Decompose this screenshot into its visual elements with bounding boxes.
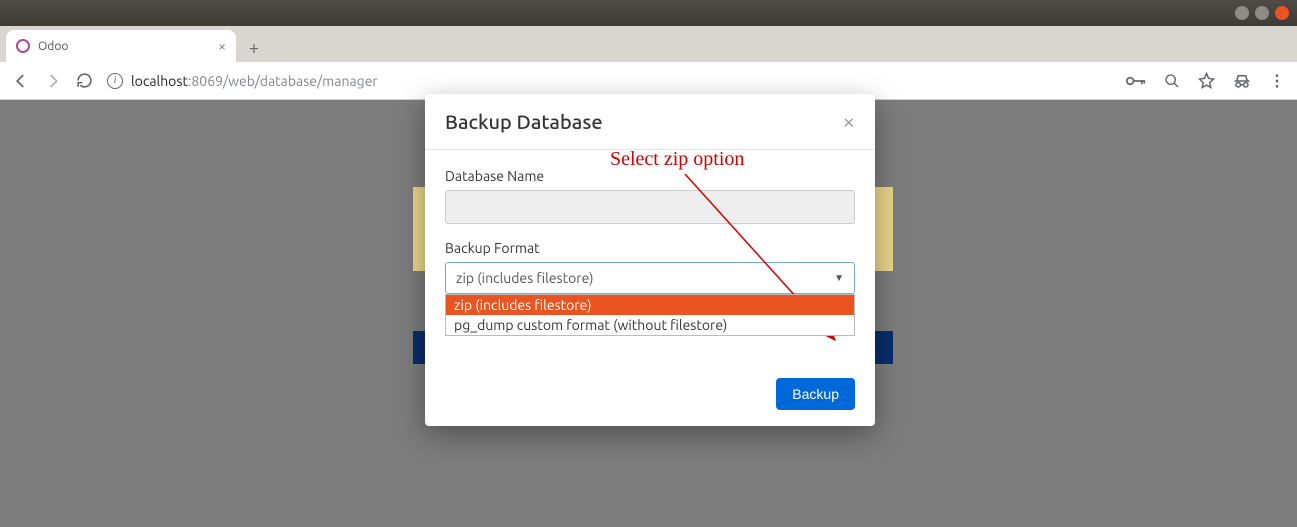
window-close-button[interactable] bbox=[1275, 6, 1289, 20]
password-key-icon[interactable] bbox=[1126, 74, 1146, 88]
format-option-zip[interactable]: zip (includes filestore) bbox=[446, 295, 854, 315]
back-button[interactable] bbox=[12, 72, 30, 90]
odoo-favicon-icon bbox=[16, 39, 30, 53]
db-name-input[interactable] bbox=[445, 190, 855, 224]
annotation-label: Select zip option bbox=[610, 148, 744, 171]
forward-button[interactable] bbox=[44, 72, 62, 90]
format-option-pgdump[interactable]: pg_dump custom format (without filestore… bbox=[446, 315, 854, 335]
tab-title: Odoo bbox=[38, 40, 210, 53]
browser-tab-bar: Odoo × + bbox=[0, 26, 1297, 62]
window-maximize-button[interactable] bbox=[1255, 6, 1269, 20]
backup-format-select[interactable]: zip (includes filestore) ▼ bbox=[445, 262, 855, 294]
modal-title: Backup Database bbox=[445, 110, 603, 133]
modal-footer: Backup bbox=[425, 366, 875, 426]
backup-database-modal: Backup Database × Database Name Backup F… bbox=[425, 94, 875, 426]
browser-tab[interactable]: Odoo × bbox=[6, 30, 236, 62]
site-info-icon[interactable]: i bbox=[107, 73, 123, 89]
backup-format-label: Backup Format bbox=[445, 240, 855, 256]
window-minimize-button[interactable] bbox=[1235, 6, 1249, 20]
url-host: localhost bbox=[131, 73, 188, 89]
new-tab-button[interactable]: + bbox=[240, 34, 268, 62]
selected-format-text: zip (includes filestore) bbox=[456, 270, 594, 286]
os-titlebar bbox=[0, 0, 1297, 26]
reload-button[interactable] bbox=[76, 72, 93, 89]
url-path: :8069/web/database/manager bbox=[188, 73, 378, 89]
modal-body: Database Name Backup Format zip (include… bbox=[425, 150, 875, 316]
address-bar[interactable]: i localhost:8069/web/database/manager bbox=[107, 73, 1112, 89]
format-dropdown-list: zip (includes filestore) pg_dump custom … bbox=[445, 294, 855, 336]
chevron-down-icon: ▼ bbox=[834, 272, 844, 284]
bookmark-star-icon[interactable] bbox=[1198, 72, 1215, 89]
modal-header: Backup Database × bbox=[425, 94, 875, 150]
zoom-icon[interactable] bbox=[1164, 73, 1180, 89]
backup-button[interactable]: Backup bbox=[776, 378, 855, 410]
incognito-icon[interactable] bbox=[1233, 73, 1251, 89]
modal-close-button[interactable]: × bbox=[843, 111, 855, 133]
browser-menu-icon[interactable] bbox=[1269, 73, 1285, 89]
close-tab-icon[interactable]: × bbox=[218, 38, 226, 54]
